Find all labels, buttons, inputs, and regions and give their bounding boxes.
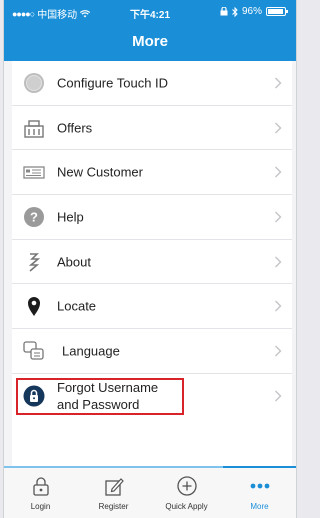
- menu-item-label: Help: [57, 209, 84, 225]
- chevron-right-icon: [275, 300, 282, 312]
- plus-circle-icon: [176, 476, 197, 496]
- menu-item-offers[interactable]: Offers: [12, 106, 292, 151]
- battery-percent: 96%: [241, 6, 262, 17]
- lock-icon: [23, 385, 45, 407]
- chevron-right-icon: [275, 166, 282, 178]
- chevron-right-icon: [275, 390, 282, 402]
- bluetooth-icon: [232, 6, 238, 17]
- menu-item-label: Forgot Username and Password: [57, 379, 158, 413]
- menu-item-label: About: [57, 254, 91, 270]
- app-header: ●●●●○ 中国移动 下午4:21 96% More: [4, 0, 296, 61]
- chevron-right-icon: [275, 211, 282, 223]
- language-icon: [23, 341, 44, 360]
- menu-item-new-customer[interactable]: New Customer: [12, 150, 292, 196]
- menu-item-label: Locate: [57, 298, 97, 314]
- menu-item-label: Configure Touch ID: [57, 75, 169, 91]
- new-customer-card-icon: [23, 166, 45, 179]
- tab-label: More: [250, 502, 269, 511]
- more-dots-icon: [250, 483, 269, 489]
- menu-item-label: New Customer: [57, 164, 143, 180]
- tab-login[interactable]: Login: [4, 468, 77, 518]
- lock-rotation-icon: [220, 7, 228, 16]
- signal-icon: ●●●●○: [12, 8, 35, 19]
- lock-outline-icon: [32, 477, 49, 496]
- chevron-right-icon: [275, 122, 282, 134]
- tab-label: Login: [30, 502, 51, 511]
- menu-item-forgot-credentials[interactable]: Forgot Username and Password: [12, 374, 292, 419]
- chevron-right-icon: [275, 345, 282, 357]
- register-pen-icon: [104, 478, 124, 496]
- menu-item-label: Language: [62, 343, 120, 359]
- menu-item-locate[interactable]: Locate: [12, 284, 292, 330]
- offers-icon: [24, 119, 44, 138]
- about-logo-icon: [28, 252, 41, 272]
- tab-more[interactable]: More: [223, 466, 296, 518]
- battery-icon: [266, 7, 288, 16]
- menu-item-configure-touch-id[interactable]: Configure Touch ID: [12, 61, 292, 106]
- svg-text:?: ?: [30, 209, 38, 224]
- page-title: More: [132, 33, 168, 50]
- menu-item-label: Offers: [57, 120, 93, 136]
- list-empty-area: [12, 418, 292, 466]
- help-icon: ?: [24, 206, 44, 227]
- wifi-icon: [80, 9, 91, 17]
- touch-id-icon: [24, 72, 44, 93]
- menu-item-label-line1: Forgot Username: [57, 379, 159, 395]
- chevron-right-icon: [275, 256, 282, 268]
- carrier-name: 中国移动: [37, 10, 78, 21]
- tab-label: Quick Apply: [165, 502, 208, 511]
- tab-register[interactable]: Register: [77, 468, 150, 518]
- location-pin-icon: [28, 297, 40, 317]
- chevron-right-icon: [275, 77, 282, 89]
- status-time: 下午4:21: [129, 10, 171, 21]
- menu-item-language[interactable]: Language: [12, 329, 292, 374]
- menu-item-about[interactable]: About: [12, 240, 292, 285]
- menu-item-help[interactable]: ? Help: [12, 195, 292, 240]
- tab-quick-apply[interactable]: Quick Apply: [150, 468, 223, 518]
- tab-bar: Login Register Quick Apply More: [4, 466, 296, 518]
- tab-label: Register: [98, 502, 129, 511]
- status-bar: ●●●●○ 中国移动 下午4:21 96%: [4, 6, 296, 21]
- menu-item-label-line2: and Password: [57, 396, 140, 412]
- phone-screen: ●●●●○ 中国移动 下午4:21 96% More Configure Tou…: [3, 0, 297, 518]
- menu-list: Configure Touch ID Offers New Customer ?…: [12, 61, 292, 419]
